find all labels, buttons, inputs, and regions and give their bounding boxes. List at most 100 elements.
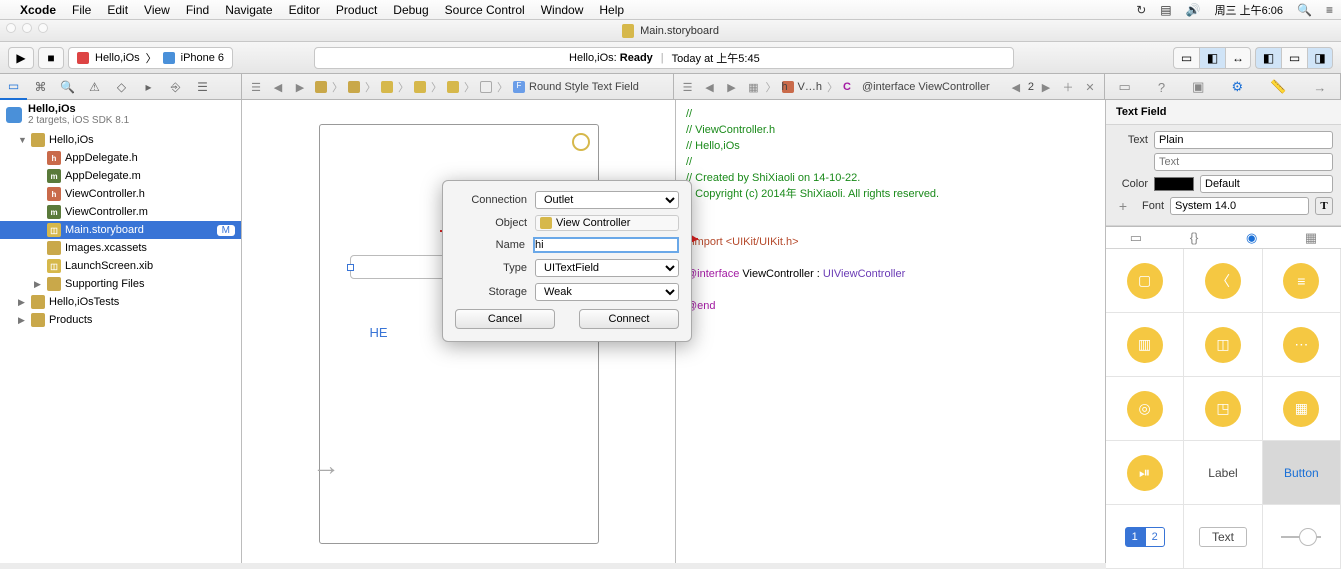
file-row-selected[interactable]: ◫Main.storyboardM: [0, 221, 241, 239]
lib-glkit-vc[interactable]: ◎: [1106, 377, 1184, 441]
lib-collection-vc[interactable]: ◳: [1184, 377, 1262, 441]
text-style-select[interactable]: Plain: [1154, 131, 1333, 149]
stop-button[interactable]: ■: [38, 47, 64, 69]
lib-label[interactable]: Label: [1184, 441, 1262, 505]
menu-help[interactable]: Help: [599, 3, 624, 17]
group-row[interactable]: ▶Supporting Files: [0, 275, 241, 293]
standard-editor-button[interactable]: ▭: [1173, 47, 1199, 69]
menu-view[interactable]: View: [144, 3, 170, 17]
group-row[interactable]: ▶Products: [0, 311, 241, 329]
menu-navigate[interactable]: Navigate: [225, 3, 272, 17]
text-value-input[interactable]: [1154, 153, 1333, 171]
lib-object[interactable]: ⏯: [1106, 441, 1184, 505]
test-navigator-icon[interactable]: ◇: [108, 74, 135, 100]
connection-select[interactable]: Outlet: [535, 191, 679, 209]
forward-button[interactable]: ▶: [722, 77, 742, 97]
related-items-icon[interactable]: ☰: [678, 77, 698, 97]
minimize-window-button[interactable]: [22, 23, 32, 33]
color-swatch[interactable]: [1154, 177, 1194, 191]
breakpoint-navigator-icon[interactable]: ⎆: [162, 74, 189, 100]
menu-find[interactable]: Find: [186, 3, 209, 17]
file-row[interactable]: Images.xcassets: [0, 239, 241, 257]
issue-navigator-icon[interactable]: ⚠: [81, 74, 108, 100]
lib-textfield[interactable]: Text: [1184, 505, 1262, 569]
menu-editor[interactable]: Editor: [289, 3, 320, 17]
close-assistant[interactable]: ✕: [1080, 77, 1100, 97]
menu-edit[interactable]: Edit: [107, 3, 128, 17]
storage-select[interactable]: Weak: [535, 283, 679, 301]
input-source-icon[interactable]: ▤: [1160, 3, 1171, 17]
notification-center-icon[interactable]: ≡: [1326, 3, 1333, 17]
prev-counterpart[interactable]: ◀: [1006, 77, 1026, 97]
lib-slider[interactable]: [1263, 505, 1341, 569]
next-counterpart[interactable]: ▶: [1036, 77, 1056, 97]
lib-tab-vc[interactable]: ▥: [1106, 313, 1184, 377]
spotlight-icon[interactable]: 🔍: [1297, 3, 1312, 17]
file-row[interactable]: mAppDelegate.m: [0, 167, 241, 185]
version-editor-button[interactable]: ↔: [1225, 47, 1251, 69]
resize-handle[interactable]: [347, 264, 354, 271]
counterparts-icon[interactable]: ▦: [744, 77, 764, 97]
name-input[interactable]: [533, 237, 679, 253]
file-row[interactable]: mViewController.m: [0, 203, 241, 221]
menu-debug[interactable]: Debug: [393, 3, 428, 17]
clock[interactable]: 周三 上午6:06: [1215, 2, 1283, 18]
scene-dock-icon[interactable]: [572, 133, 590, 151]
font-select[interactable]: System 14.0: [1170, 197, 1309, 215]
file-row[interactable]: hViewController.h: [0, 185, 241, 203]
app-menu[interactable]: Xcode: [20, 3, 56, 17]
close-window-button[interactable]: [6, 23, 16, 33]
menu-window[interactable]: Window: [541, 3, 584, 17]
attributes-inspector-icon[interactable]: ⚙: [1231, 79, 1243, 95]
lib-segmented[interactable]: 12: [1106, 505, 1184, 569]
lib-table-vc[interactable]: ≡: [1263, 249, 1341, 313]
add-attribute-button[interactable]: +: [1114, 198, 1132, 214]
lib-page-vc[interactable]: ⋯: [1263, 313, 1341, 377]
quickhelp-inspector-icon[interactable]: ?: [1158, 80, 1165, 95]
type-select[interactable]: UITextField: [535, 259, 679, 277]
file-row[interactable]: hAppDelegate.h: [0, 149, 241, 167]
lib-view-controller[interactable]: ▢: [1106, 249, 1184, 313]
lib-split-vc[interactable]: ◫: [1184, 313, 1262, 377]
jump-bar-right[interactable]: ☰ ◀ ▶ ▦〉 hV…h〉 C @interface ViewControll…: [674, 74, 1106, 100]
assistant-editor-button[interactable]: ◧: [1199, 47, 1225, 69]
toggle-utilities-button[interactable]: ◨: [1307, 47, 1333, 69]
toggle-navigator-button[interactable]: ◧: [1255, 47, 1281, 69]
menu-file[interactable]: File: [72, 3, 91, 17]
file-template-library-icon[interactable]: ▭: [1130, 230, 1142, 246]
group-row[interactable]: ▶Hello,iOsTests: [0, 293, 241, 311]
toggle-debug-button[interactable]: ▭: [1281, 47, 1307, 69]
object-library-icon[interactable]: ◉: [1246, 230, 1257, 246]
project-row[interactable]: Hello,iOs 2 targets, iOS SDK 8.1: [0, 100, 241, 129]
code-snippet-library-icon[interactable]: {}: [1190, 230, 1199, 245]
menu-product[interactable]: Product: [336, 3, 377, 17]
back-button[interactable]: ◀: [700, 77, 720, 97]
group-row[interactable]: ▼Hello,iOs: [0, 131, 241, 149]
lib-button[interactable]: Button: [1263, 441, 1341, 505]
find-navigator-icon[interactable]: 🔍: [54, 74, 81, 100]
run-button[interactable]: ▶: [8, 47, 34, 69]
volume-icon[interactable]: 🔊: [1186, 3, 1201, 17]
cancel-button[interactable]: Cancel: [455, 309, 555, 329]
report-navigator-icon[interactable]: ☰: [189, 74, 216, 100]
label-element[interactable]: HE: [370, 325, 388, 340]
forward-button[interactable]: ▶: [290, 77, 310, 97]
zoom-window-button[interactable]: [38, 23, 48, 33]
color-select[interactable]: Default: [1200, 175, 1333, 193]
menu-source-control[interactable]: Source Control: [445, 3, 525, 17]
back-button[interactable]: ◀: [268, 77, 288, 97]
related-items-icon[interactable]: ☰: [246, 77, 266, 97]
timemachine-icon[interactable]: ↻: [1136, 3, 1146, 17]
connections-inspector-icon[interactable]: →: [1313, 80, 1326, 95]
identity-inspector-icon[interactable]: ▣: [1192, 79, 1204, 95]
jump-bar-left[interactable]: ☰ ◀ ▶ 〉 〉 〉 〉 〉 〉 FRound Style Text Fiel…: [242, 74, 674, 100]
scheme-selector[interactable]: Hello,iOs 〉 iPhone 6: [68, 47, 233, 69]
source-editor[interactable]: // // ViewController.h // Hello,iOs // /…: [676, 100, 1105, 563]
connect-button[interactable]: Connect: [579, 309, 679, 329]
lib-nav-controller[interactable]: 〈: [1184, 249, 1262, 313]
file-inspector-icon[interactable]: ▭: [1119, 79, 1131, 95]
media-library-icon[interactable]: ▦: [1305, 230, 1317, 246]
debug-navigator-icon[interactable]: ▸: [135, 74, 162, 100]
font-panel-button[interactable]: T: [1315, 197, 1333, 215]
project-navigator-icon[interactable]: ▭: [0, 74, 27, 100]
